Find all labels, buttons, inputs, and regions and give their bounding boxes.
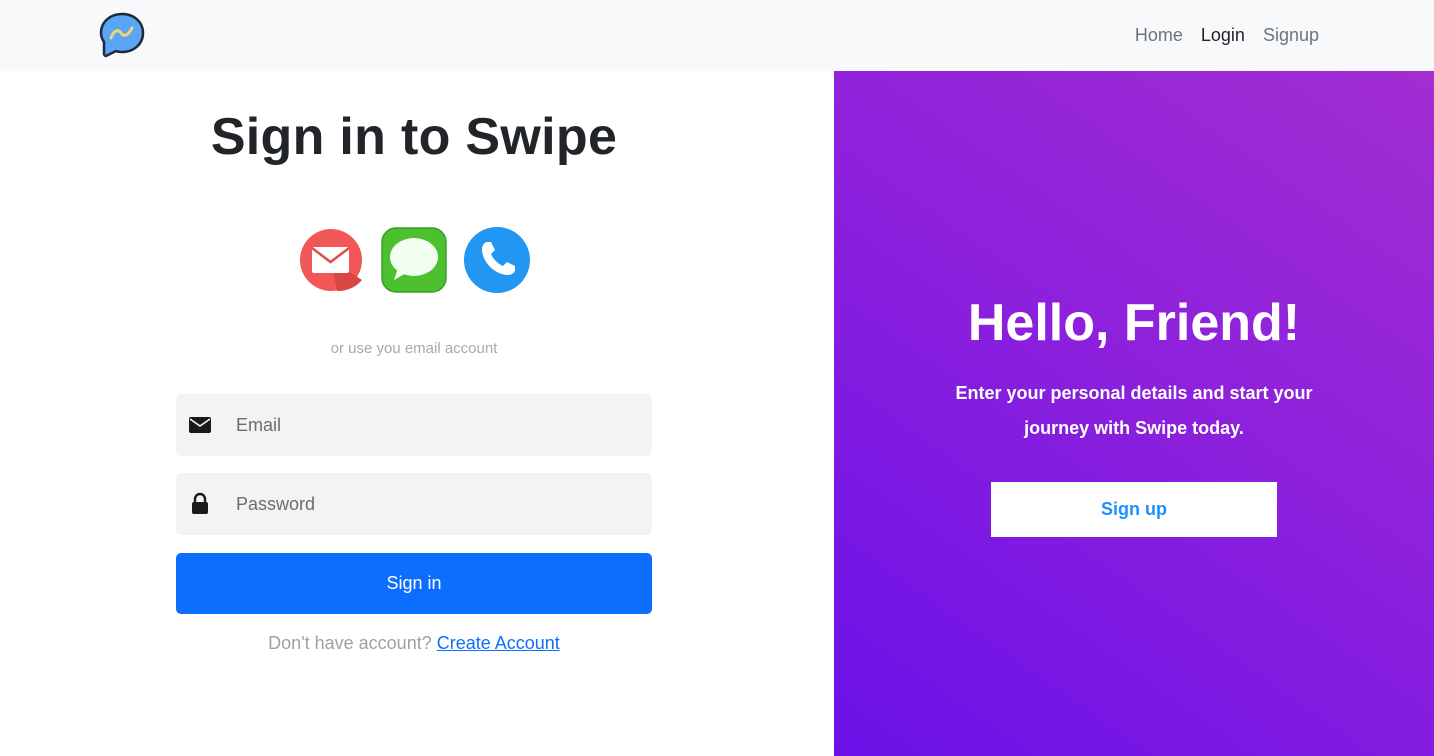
chat-bubble-logo-icon[interactable] <box>99 12 145 58</box>
nav-login-link[interactable]: Login <box>1201 23 1245 47</box>
signup-promo-panel: Hello, Friend! Enter your personal detai… <box>834 71 1434 756</box>
phone-icon[interactable] <box>463 226 531 294</box>
page-title: Sign in to Swipe <box>210 108 618 166</box>
promo-subtitle: Enter your personal details and start yo… <box>955 383 1313 438</box>
message-icon[interactable] <box>380 226 448 294</box>
password-input[interactable] <box>236 473 636 535</box>
create-account-row: Don't have account? Create Account <box>0 633 828 654</box>
create-account-link[interactable]: Create Account <box>437 633 560 653</box>
nav-links: Home Login Signup <box>1135 23 1319 47</box>
alt-login-text: or use you email account <box>330 340 498 357</box>
promo-title: Hello, Friend! <box>967 294 1301 352</box>
mail-icon[interactable] <box>297 226 365 294</box>
email-field[interactable] <box>176 394 652 456</box>
nav-signup-link[interactable]: Signup <box>1263 23 1319 47</box>
no-account-text: Don't have account? <box>268 633 432 653</box>
login-panel: Sign in to Swipe or use you email accoun… <box>0 71 834 756</box>
nav-home-link[interactable]: Home <box>1135 23 1183 47</box>
navbar: Home Login Signup <box>0 0 1434 71</box>
sign-up-button[interactable]: Sign up <box>991 482 1277 537</box>
envelope-icon <box>189 417 211 433</box>
password-field[interactable] <box>176 473 652 535</box>
email-input[interactable] <box>236 394 636 456</box>
lock-icon <box>192 492 208 514</box>
sign-in-button[interactable]: Sign in <box>176 553 652 614</box>
